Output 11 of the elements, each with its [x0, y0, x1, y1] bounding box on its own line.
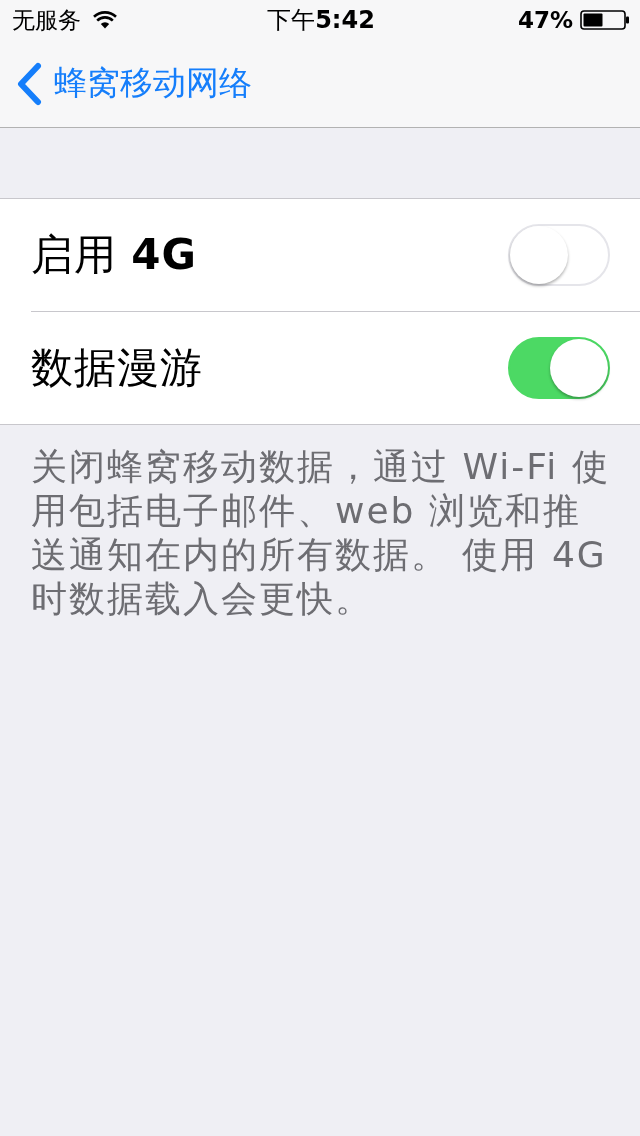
footer-description: 关闭蜂窝移动数据，通过 Wi-Fi 使用包括电子邮件、web 浏览和推送通知在内的所有数据。 使用 4G 时数据载入会更快。	[30, 445, 611, 621]
setting-label: 启用 4G	[31, 229, 198, 281]
setting-label: 数据漫游	[31, 342, 203, 394]
battery-icon	[580, 10, 630, 30]
chevron-icon	[16, 61, 42, 106]
time-text: 下午5:42	[267, 5, 375, 36]
carrier-text: 无服务	[12, 5, 81, 35]
wifi-icon	[93, 11, 117, 29]
back-button[interactable]: 蜂窝移动网络	[16, 61, 252, 106]
toggle-switch[interactable]	[508, 337, 610, 399]
battery-percentage: 47%	[517, 7, 573, 33]
